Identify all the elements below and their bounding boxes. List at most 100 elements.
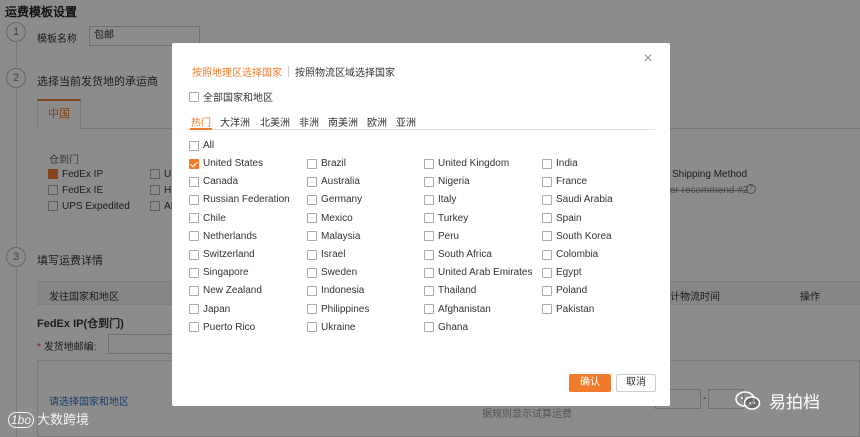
country-option[interactable]: Saudi Arabia <box>542 194 613 205</box>
checkbox[interactable] <box>542 285 552 296</box>
checkbox[interactable] <box>189 304 199 315</box>
country-option[interactable]: New Zealand <box>189 285 262 296</box>
country-option[interactable]: Turkey <box>424 213 468 224</box>
checkbox[interactable] <box>424 304 434 315</box>
checkbox[interactable] <box>307 176 317 187</box>
checkbox[interactable] <box>189 285 199 296</box>
checkbox[interactable] <box>542 249 552 260</box>
country-option[interactable]: South Africa <box>424 249 492 260</box>
checkbox[interactable] <box>189 176 199 187</box>
country-option[interactable]: Egypt <box>542 267 582 278</box>
checkbox[interactable] <box>424 231 434 242</box>
checkbox[interactable] <box>424 322 434 333</box>
country-option[interactable]: Russian Federation <box>189 194 290 205</box>
country-option[interactable]: Peru <box>424 231 459 242</box>
checkbox[interactable] <box>189 267 199 278</box>
checkbox[interactable] <box>424 213 434 224</box>
country-option[interactable]: Nigeria <box>424 176 470 187</box>
checkbox[interactable] <box>189 231 199 242</box>
continent-tab-south-america[interactable]: 南美洲 <box>328 114 358 129</box>
checkbox[interactable] <box>424 158 434 169</box>
country-option[interactable]: Indonesia <box>307 285 364 296</box>
country-option[interactable]: Germany <box>307 194 362 205</box>
continent-tab-popular[interactable]: 热门 <box>191 114 211 129</box>
checkbox[interactable] <box>424 176 434 187</box>
checkbox[interactable] <box>542 158 552 169</box>
checkbox[interactable] <box>307 304 317 315</box>
country-label: France <box>556 176 588 188</box>
country-option[interactable]: South Korea <box>542 231 612 242</box>
checkbox[interactable] <box>542 304 552 315</box>
country-option-all[interactable]: All <box>189 140 214 151</box>
country-option[interactable]: Canada <box>189 176 238 187</box>
country-option[interactable]: Singapore <box>189 267 249 278</box>
country-option[interactable]: Philippines <box>307 304 369 315</box>
checkbox[interactable] <box>424 249 434 260</box>
checkbox[interactable] <box>189 322 199 333</box>
checkbox[interactable] <box>307 285 317 296</box>
country-option[interactable]: India <box>542 158 578 169</box>
checkbox[interactable] <box>307 267 317 278</box>
all-regions-checkbox[interactable] <box>189 91 199 102</box>
country-option[interactable]: United Kingdom <box>424 158 509 169</box>
close-icon[interactable]: × <box>640 51 656 67</box>
country-option[interactable]: Sweden <box>307 267 357 278</box>
checkbox[interactable] <box>424 194 434 205</box>
tab-separator <box>288 66 289 77</box>
country-option[interactable]: Afghanistan <box>424 304 491 315</box>
country-option[interactable]: Japan <box>189 304 230 315</box>
country-option[interactable]: Poland <box>542 285 587 296</box>
checkbox[interactable] <box>189 194 199 205</box>
country-option[interactable]: Puerto Rico <box>189 322 255 333</box>
checkbox[interactable] <box>424 285 434 296</box>
checkbox[interactable] <box>542 213 552 224</box>
checkbox[interactable] <box>542 231 552 242</box>
country-option[interactable]: Spain <box>542 213 582 224</box>
country-option[interactable]: Switzerland <box>189 249 255 260</box>
continent-tab-oceania[interactable]: 大洋洲 <box>220 114 250 129</box>
country-option[interactable]: United States <box>189 158 263 169</box>
country-option[interactable]: France <box>542 176 587 187</box>
country-label: Switzerland <box>203 249 255 260</box>
country-option[interactable]: Colombia <box>542 249 598 260</box>
continent-tab-north-america[interactable]: 北美洲 <box>260 114 290 129</box>
checkbox[interactable] <box>307 158 317 169</box>
country-option[interactable]: Pakistan <box>542 304 594 315</box>
checkbox[interactable] <box>307 249 317 260</box>
continent-tab-africa[interactable]: 非洲 <box>299 114 319 129</box>
checkbox-checked[interactable] <box>189 158 199 169</box>
country-option[interactable]: Malaysia <box>307 231 360 242</box>
checkbox[interactable] <box>189 249 199 260</box>
checkbox[interactable] <box>542 194 552 205</box>
country-option[interactable]: United Arab Emirates <box>424 267 533 278</box>
country-option[interactable]: Chile <box>189 213 226 224</box>
country-option[interactable]: Brazil <box>307 158 346 169</box>
country-label: New Zealand <box>203 285 262 297</box>
tab-by-geo-region[interactable]: 按照地理区选择国家 <box>192 64 282 79</box>
checkbox[interactable] <box>542 176 552 187</box>
country-option[interactable]: Netherlands <box>189 231 257 242</box>
checkbox[interactable] <box>307 194 317 205</box>
country-option[interactable]: Mexico <box>307 213 353 224</box>
continent-tab-europe[interactable]: 欧洲 <box>367 114 387 129</box>
checkbox[interactable] <box>189 213 199 224</box>
checkbox[interactable] <box>307 213 317 224</box>
watermark-right-text: 易拍档 <box>769 393 820 412</box>
confirm-button[interactable]: 确认 <box>569 374 611 392</box>
country-option[interactable]: Ghana <box>424 322 468 333</box>
country-option[interactable]: Israel <box>307 249 345 260</box>
checkbox[interactable] <box>189 140 199 151</box>
tab-by-logistics-region[interactable]: 按照物流区域选择国家 <box>295 64 395 79</box>
all-regions-option[interactable]: 全部国家和地区 <box>189 89 273 104</box>
checkbox[interactable] <box>307 322 317 333</box>
checkbox[interactable] <box>424 267 434 278</box>
country-option[interactable]: Italy <box>424 194 456 205</box>
country-label: South Africa <box>438 249 492 260</box>
country-option[interactable]: Australia <box>307 176 360 187</box>
checkbox[interactable] <box>307 231 317 242</box>
continent-tab-asia[interactable]: 亚洲 <box>396 114 416 129</box>
checkbox[interactable] <box>542 267 552 278</box>
country-option[interactable]: Thailand <box>424 285 476 296</box>
country-option[interactable]: Ukraine <box>307 322 355 333</box>
cancel-button[interactable]: 取消 <box>616 374 656 392</box>
